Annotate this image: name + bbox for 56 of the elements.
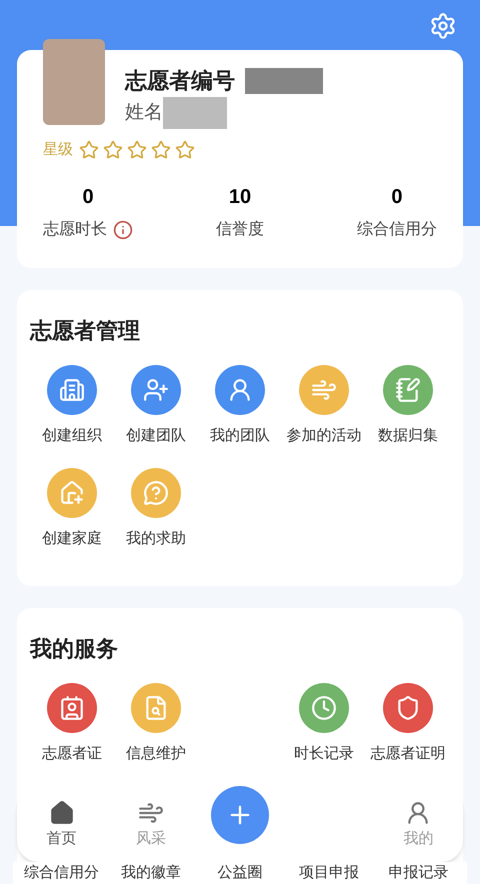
name-label: 姓名 [125,100,163,125]
feature-label[interactable]: 综合信用分 [17,862,106,884]
feature-label[interactable]: 志愿者证 [42,743,102,766]
feature-label[interactable]: 创建组织 [42,425,102,448]
blurred-name [163,97,227,129]
section-title: 志愿者管理 [30,317,141,345]
feature-label[interactable]: 项目申报 [284,862,374,884]
clock-icon [311,695,337,721]
info-icon[interactable] [113,220,133,240]
feature-label[interactable]: 公益圈 [195,862,285,884]
feature-label[interactable]: 志愿者证明 [370,743,446,766]
feature-icon[interactable] [131,683,181,733]
wind-icon [311,377,337,403]
feature-label[interactable]: 时长记录 [294,743,354,766]
feature-icon[interactable] [299,683,349,733]
feature-icon[interactable] [383,683,433,733]
feature-icon[interactable] [299,365,349,415]
feature-icon[interactable] [47,683,97,733]
stat-value: 10 [228,184,252,210]
stat-label: 信誉度 [216,220,264,240]
section-title: 我的服务 [30,635,119,663]
feature-icon[interactable] [47,468,97,518]
feature-icon[interactable] [215,365,265,415]
feature-label[interactable]: 参加的活动 [286,425,362,448]
stat-value: 0 [82,184,94,210]
feature-icon[interactable] [131,365,181,415]
settings-icon[interactable] [429,12,457,40]
feature-label[interactable]: 我的团队 [210,425,270,448]
feature-label[interactable]: 我的徽章 [106,862,196,884]
star-icon [175,140,195,160]
star-icon [103,140,123,160]
feature-label[interactable]: 我的求助 [126,528,186,550]
star-icon [79,140,99,160]
id-card-icon [59,695,85,721]
help-icon [143,480,169,506]
star-icon [151,140,171,160]
notebook-icon [395,377,421,403]
feature-icon[interactable] [47,365,97,415]
stat-label: 志愿时长 [43,220,107,240]
star-icon [127,140,147,160]
building-icon [59,377,85,403]
feature-icon[interactable] [131,468,181,518]
stat-value: 0 [391,184,403,210]
feature-label[interactable]: 信息维护 [126,743,186,766]
feature-label[interactable]: 申报记录 [374,862,463,884]
feature-label[interactable]: 数据归集 [378,425,438,448]
feature-label[interactable]: 创建团队 [126,425,186,448]
add-house-icon [59,480,85,506]
home-icon [48,800,75,826]
volunteer-id-label: 志愿者编号 [125,67,235,95]
stat-label: 综合信用分 [356,220,437,240]
tab[interactable]: 首页 [46,800,77,850]
feature-icon[interactable] [383,365,433,415]
feature-label[interactable]: 创建家庭 [42,528,102,550]
star-label: 星级 [43,140,73,160]
add-user-icon [143,377,169,403]
